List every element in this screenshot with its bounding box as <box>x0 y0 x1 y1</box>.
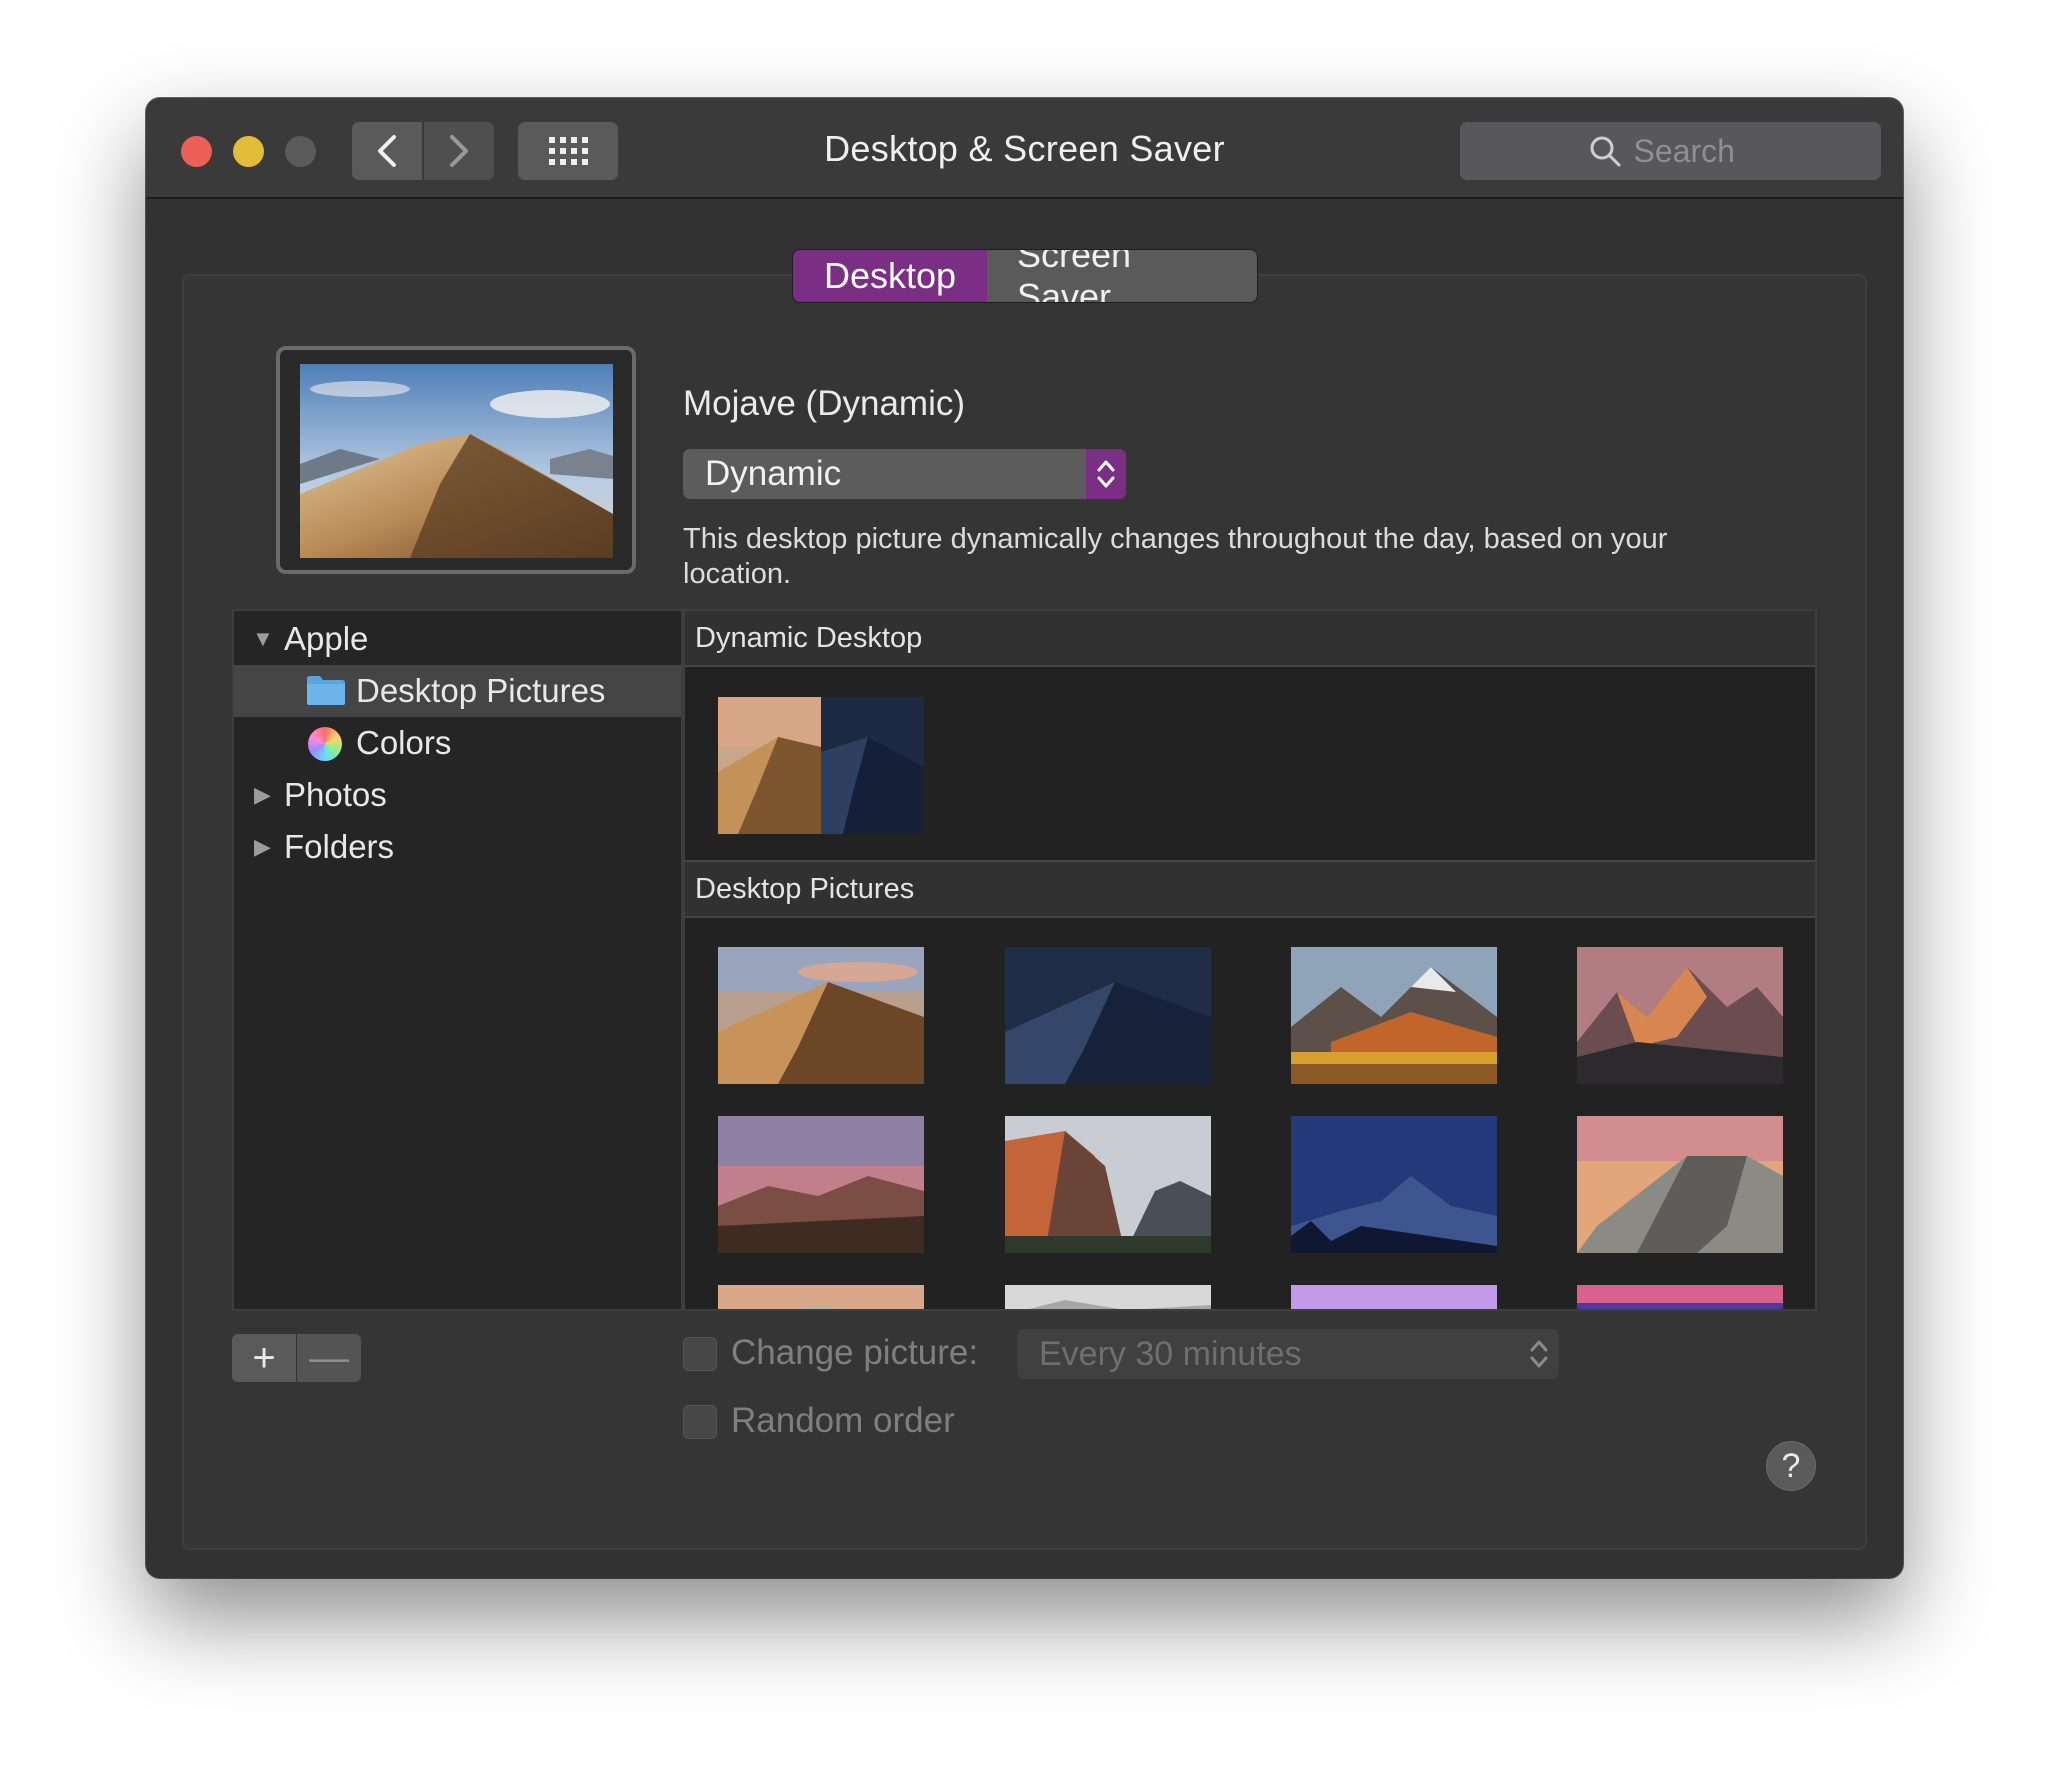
disclosure-collapsed-icon[interactable]: ▶ <box>254 834 271 860</box>
current-picture-preview <box>276 346 636 574</box>
source-item-desktop-pictures[interactable]: Desktop Pictures <box>234 665 681 717</box>
mojave-preview-image <box>300 364 613 558</box>
source-item-colors[interactable]: Colors <box>234 717 681 769</box>
appearance-mode-popup[interactable]: Dynamic <box>683 449 1126 499</box>
thumbnail-yosemite-night[interactable] <box>1291 1116 1497 1253</box>
section-header-dynamic: Dynamic Desktop <box>685 611 1815 667</box>
source-group-folders[interactable]: ▶ Folders <box>234 821 681 873</box>
picture-name: Mojave (Dynamic) <box>683 384 965 423</box>
change-interval-value: Every 30 minutes <box>1039 1334 1302 1373</box>
updown-arrows-icon <box>1519 1337 1559 1371</box>
help-button[interactable]: ? <box>1766 1441 1816 1491</box>
add-remove-control: + — <box>232 1334 361 1382</box>
source-group-label: Apple <box>284 620 369 657</box>
thumbnail-sierra-2[interactable] <box>718 1116 924 1253</box>
search-icon <box>1590 136 1620 167</box>
color-wheel-icon <box>308 727 342 761</box>
thumbnail-high-sierra[interactable] <box>1291 947 1497 1084</box>
title-bar: Desktop & Screen Saver <box>146 98 1903 199</box>
thumbnail-mojave-dynamic[interactable] <box>718 697 924 834</box>
search-input[interactable] <box>1633 132 1754 170</box>
tab-desktop[interactable]: Desktop <box>793 250 987 302</box>
thumbnail-sierra[interactable] <box>1577 947 1783 1084</box>
thumbnail-yosemite-3[interactable] <box>718 1285 924 1309</box>
change-interval-popup[interactable]: Every 30 minutes <box>1017 1329 1559 1379</box>
change-picture-checkbox[interactable] <box>683 1337 717 1371</box>
change-picture-label: Change picture: <box>731 1333 979 1372</box>
thumbnail-mojave-night[interactable] <box>1005 947 1211 1084</box>
appearance-mode-value: Dynamic <box>705 454 842 493</box>
search-field[interactable] <box>1460 122 1881 180</box>
source-group-label: Folders <box>284 828 395 865</box>
thumbnail-mojave-day[interactable] <box>718 947 924 1084</box>
thumbnail-purple-gradient[interactable] <box>1291 1285 1497 1309</box>
thumbnail-yosemite-4[interactable] <box>1005 1285 1211 1309</box>
picture-description: This desktop picture dynamically changes… <box>683 523 1668 590</box>
source-item-label: Colors <box>356 724 452 761</box>
section-header-desktop-pictures: Desktop Pictures <box>685 860 1815 918</box>
remove-folder-button[interactable]: — <box>297 1334 361 1382</box>
updown-arrows-icon <box>1086 449 1126 499</box>
random-order-label: Random order <box>731 1401 955 1440</box>
source-item-label: Desktop Pictures <box>356 672 606 709</box>
random-order-checkbox[interactable] <box>683 1405 717 1439</box>
source-group-label: Photos <box>284 776 387 813</box>
tab-bar: Desktop Screen Saver <box>793 250 1257 302</box>
disclosure-collapsed-icon[interactable]: ▶ <box>254 782 271 808</box>
source-group-apple[interactable]: ▼ Apple <box>234 613 681 665</box>
thumbnail-blue-purple-wave[interactable] <box>1577 1285 1783 1309</box>
disclosure-expanded-icon[interactable]: ▼ <box>252 626 274 652</box>
thumbnail-el-capitan[interactable] <box>1005 1116 1211 1253</box>
source-group-photos[interactable]: ▶ Photos <box>234 769 681 821</box>
tab-screen-saver[interactable]: Screen Saver <box>987 250 1257 302</box>
add-folder-button[interactable]: + <box>232 1334 296 1382</box>
preferences-window: Desktop & Screen Saver Desktop Screen Sa… <box>146 98 1903 1578</box>
source-list: ▼ Apple Desktop Pictures Colors ▶ Photos… <box>232 609 683 1311</box>
folder-icon <box>306 674 346 714</box>
picture-gallery[interactable]: Dynamic Desktop Desktop Pictures <box>683 609 1817 1311</box>
thumbnail-yosemite-half-dome[interactable] <box>1577 1116 1783 1253</box>
